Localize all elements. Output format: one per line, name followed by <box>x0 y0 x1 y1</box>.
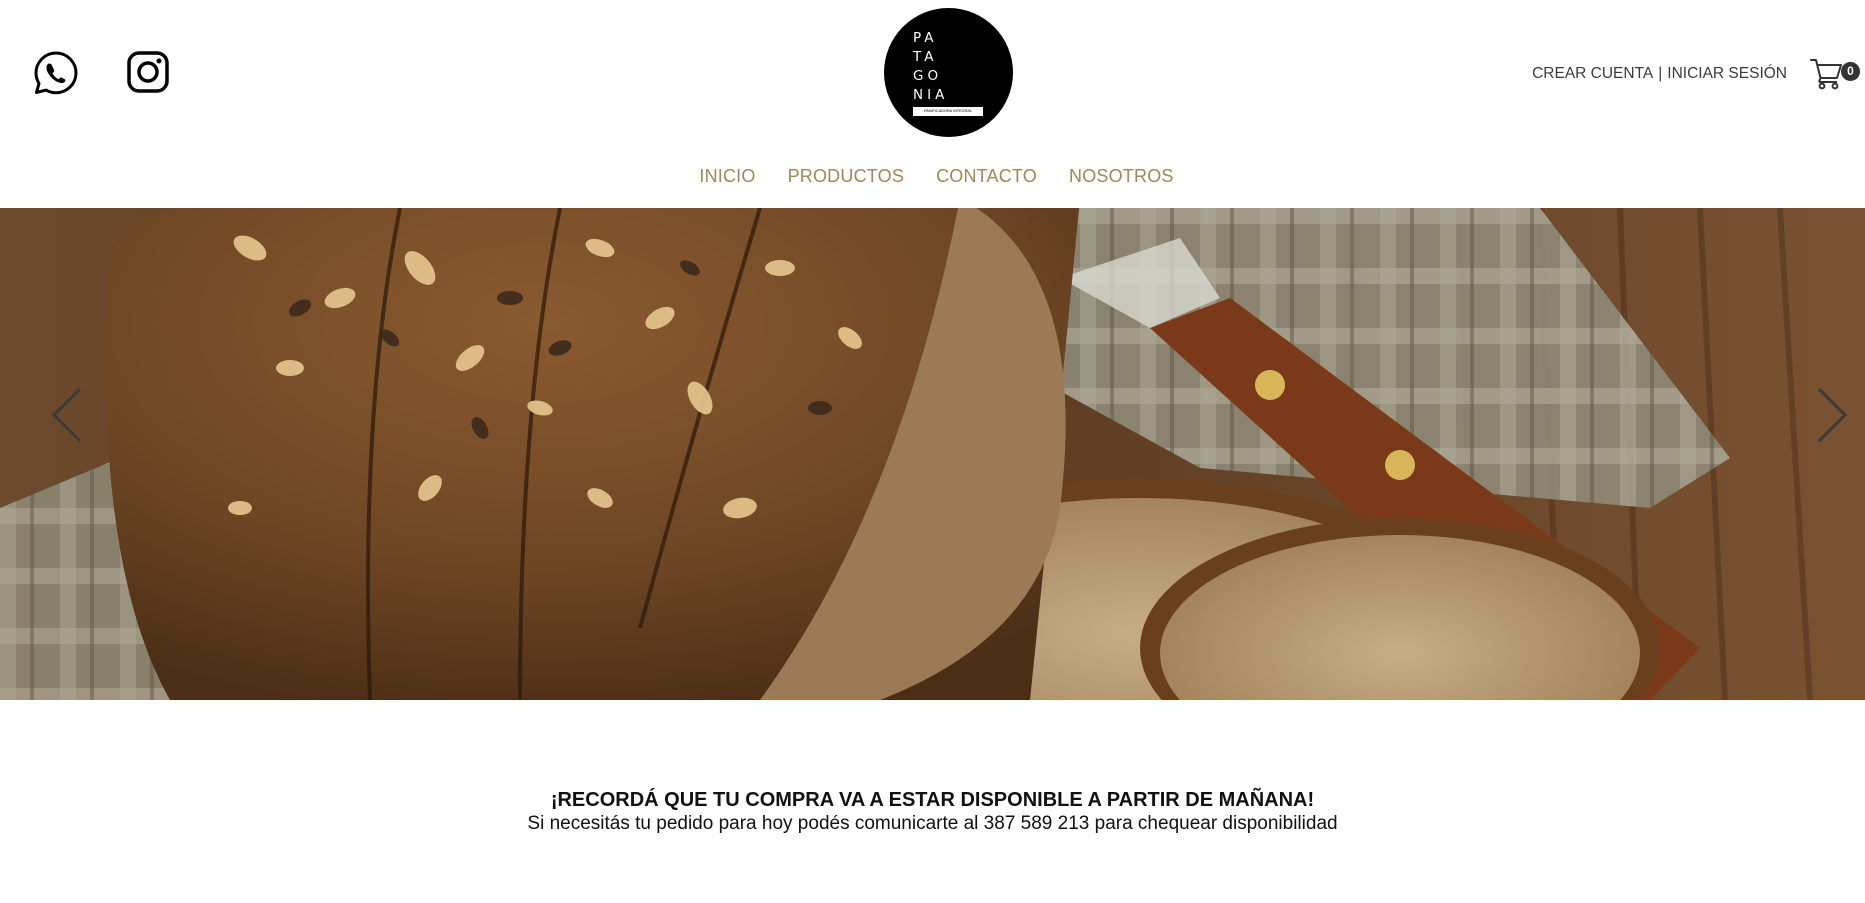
logo-line-4: NIA <box>913 87 949 103</box>
nav-item-productos[interactable]: PRODUCTOS <box>788 166 904 187</box>
logo-line-2: TA <box>913 49 938 65</box>
whatsapp-link[interactable] <box>33 50 79 96</box>
cart-count-badge: 0 <box>1841 62 1860 81</box>
logo-tagline: PANIFICADORA INTEGRAL <box>913 107 983 116</box>
instagram-link[interactable] <box>126 50 170 94</box>
notice-subtitle: Si necesitás tu pedido para hoy podés co… <box>527 813 1338 834</box>
nav-item-inicio[interactable]: INICIO <box>699 166 755 187</box>
hero-bread-image <box>0 208 1865 700</box>
instagram-icon <box>127 51 169 93</box>
nav-item-contacto[interactable]: CONTACTO <box>936 166 1037 187</box>
brand-logo[interactable]: PA TA GO NIA PANIFICADORA INTEGRAL <box>884 8 1013 137</box>
availability-notice: ¡RECORDÁ QUE TU COMPRA VA A ESTAR DISPON… <box>0 788 1865 836</box>
carousel-prev-button[interactable] <box>48 385 88 445</box>
hero-carousel[interactable] <box>0 208 1865 700</box>
account-separator: | <box>1658 65 1663 82</box>
whatsapp-icon <box>34 51 78 95</box>
cart-icon[interactable] <box>1810 56 1844 90</box>
carousel-next-button[interactable] <box>1811 385 1851 445</box>
logo-line-3: GO <box>913 68 943 84</box>
login-link[interactable]: INICIAR SESIÓN <box>1667 65 1787 83</box>
chevron-right-icon <box>1817 387 1848 443</box>
notice-title: ¡RECORDÁ QUE TU COMPRA VA A ESTAR DISPON… <box>550 789 1315 811</box>
account-links: CREAR CUENTA | INICIAR SESIÓN <box>1532 65 1787 83</box>
nav-item-nosotros[interactable]: NOSOTROS <box>1069 166 1174 187</box>
chevron-left-icon <box>51 387 82 443</box>
main-nav: INICIO PRODUCTOS CONTACTO NOSOTROS <box>0 166 1865 187</box>
logo-line-1: PA <box>913 30 938 46</box>
create-account-link[interactable]: CREAR CUENTA <box>1532 65 1653 83</box>
site-header: PA TA GO NIA PANIFICADORA INTEGRAL CREAR… <box>0 0 1865 208</box>
